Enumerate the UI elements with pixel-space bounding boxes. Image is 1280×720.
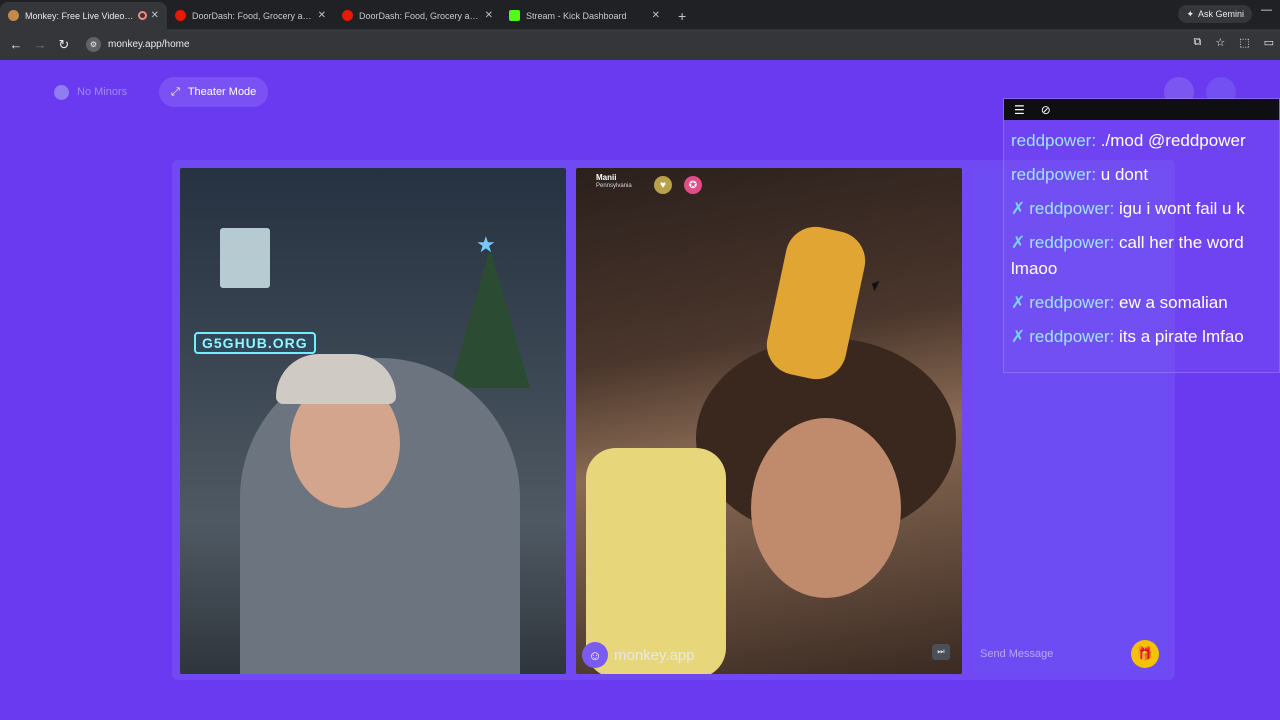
skip-next-icon[interactable]: ⏭ <box>932 644 950 660</box>
tab-doordash-1[interactable]: DoorDash: Food, Grocery and R ✕ <box>167 2 334 29</box>
toolbar-icons: ⧉ ☆ ⬚ ▭ <box>1193 36 1274 49</box>
gift-icon[interactable]: 🎁 <box>1131 640 1159 668</box>
remote-user-info: Manii Pennsylvania <box>596 173 632 189</box>
theater-mode-button[interactable]: ⤢ Theater Mode <box>159 77 269 107</box>
side-panel-icon[interactable]: ▭ <box>1264 36 1274 49</box>
christmas-tree <box>450 248 530 388</box>
chat-message: ✗ reddpower: igu i wont fail u k <box>1011 199 1245 218</box>
tree-star-icon: ★ <box>476 232 496 257</box>
background-tv <box>220 228 270 288</box>
remote-pajama <box>586 448 726 674</box>
tab-title: DoorDash: Food, Grocery and R <box>192 10 314 21</box>
mod-sword-icon: ✗ <box>1011 293 1026 312</box>
tab-title: Stream - Kick Dashboard <box>526 10 627 21</box>
menu-icon[interactable]: ☰ <box>1014 103 1025 117</box>
chat-message: ✗ reddpower: ew a somalian <box>1011 293 1228 312</box>
chat-message: ✗ reddpower: its a pirate lmfao <box>1011 327 1244 346</box>
toggle-dot-icon <box>54 84 69 100</box>
chat-messages: reddpower: ./mod @reddpower reddpower: u… <box>1004 120 1279 350</box>
remote-user-name: Manii <box>596 173 617 182</box>
close-tab-icon[interactable]: ✕ <box>151 10 159 21</box>
no-minors-toggle[interactable]: No Minors <box>42 77 139 107</box>
chat-message: reddpower: ./mod @reddpower <box>1011 131 1246 150</box>
neon-sticker: G5GHUB.ORG <box>194 332 316 354</box>
tab-title: DoorDash: Food, Grocery and R <box>359 10 481 21</box>
browser-tab-strip: Monkey: Free Live Video Ch ✕ DoorDash: F… <box>0 0 1280 29</box>
chat-text: u dont <box>1100 165 1149 184</box>
ask-gemini-label: Ask Gemini <box>1197 9 1244 19</box>
close-tab-icon[interactable]: ✕ <box>318 10 326 21</box>
chat-text: ./mod @reddpower <box>1100 131 1246 150</box>
monkey-favicon-icon <box>8 10 19 21</box>
site-info-icon[interactable]: ⚙ <box>86 37 101 52</box>
url-text: monkey.app/home <box>108 39 190 50</box>
streamer-cap <box>276 354 396 404</box>
chat-text: ew a somalian <box>1119 293 1228 312</box>
omnibox[interactable]: ⚙ monkey.app/home <box>86 37 190 52</box>
theater-mode-label: Theater Mode <box>187 86 257 98</box>
tab-title: Monkey: Free Live Video Ch <box>25 10 135 21</box>
heart-badge-icon[interactable]: ♥ <box>654 176 672 194</box>
chat-message: reddpower: u dont <box>1011 165 1149 184</box>
chat-username: reddpower <box>1029 233 1110 252</box>
mod-sword-icon: ✗ <box>1011 327 1026 346</box>
kick-favicon-icon <box>509 10 520 21</box>
reload-icon[interactable]: ↻ <box>52 37 76 53</box>
extensions-icon[interactable]: ⬚ <box>1239 36 1249 49</box>
local-video: ★ G5GHUB.ORG <box>180 168 566 674</box>
monkey-watermark: ☺ monkey.app <box>582 642 695 668</box>
send-message-input[interactable]: Send Message <box>980 648 1131 660</box>
chat-text: its a pirate lmfao <box>1119 327 1244 346</box>
chat-username: reddpower <box>1011 165 1092 184</box>
gemini-sparkle-icon: ✦ <box>1186 8 1194 19</box>
tab-doordash-2[interactable]: DoorDash: Food, Grocery and R ✕ <box>334 2 501 29</box>
chat-username: reddpower <box>1029 327 1110 346</box>
back-icon[interactable]: ← <box>4 37 28 52</box>
overlay-toolbar: ☰ ⊘ <box>1004 99 1279 120</box>
chat-message: ✗ reddpower: call her the word lmaoo <box>1011 233 1244 278</box>
minimize-window-icon[interactable]: — <box>1261 4 1272 16</box>
mod-sword-icon: ✗ <box>1011 233 1026 252</box>
bookmark-star-icon[interactable]: ☆ <box>1215 36 1225 49</box>
remote-user-location: Pennsylvania <box>596 182 632 189</box>
send-message-box[interactable]: Send Message 🎁 <box>972 634 1167 674</box>
no-minors-label: No Minors <box>77 86 128 98</box>
chat-username: reddpower <box>1011 131 1092 150</box>
install-app-icon[interactable]: ⧉ <box>1193 36 1201 49</box>
monkey-logo-icon: ☺ <box>582 642 608 668</box>
new-tab-button[interactable]: + <box>668 2 696 29</box>
close-tab-icon[interactable]: ✕ <box>652 10 660 21</box>
remote-face <box>751 418 901 598</box>
address-bar: ← → ↻ ⚙ monkey.app/home ⧉ ☆ ⬚ ▭ <box>0 29 1280 60</box>
ask-gemini-button[interactable]: ✦ Ask Gemini <box>1178 5 1252 23</box>
expand-icon: ⤢ <box>171 85 180 98</box>
hide-icon[interactable]: ⊘ <box>1041 103 1051 117</box>
remote-video: Manii Pennsylvania ♥ ✪ ☺ monkey.app ⏭ <box>576 168 962 674</box>
close-tab-icon[interactable]: ✕ <box>485 10 493 21</box>
chat-username: reddpower <box>1029 199 1110 218</box>
chat-text: igu i wont fail u k <box>1119 199 1245 218</box>
recording-icon <box>137 11 147 20</box>
doordash-favicon-icon <box>342 10 353 21</box>
forward-icon[interactable]: → <box>28 37 52 52</box>
mod-sword-icon: ✗ <box>1011 199 1026 218</box>
tab-monkey[interactable]: Monkey: Free Live Video Ch ✕ <box>0 2 167 29</box>
chat-username: reddpower <box>1029 293 1110 312</box>
medal-badge-icon[interactable]: ✪ <box>684 176 702 194</box>
watermark-text: monkey.app <box>614 646 695 664</box>
tab-kick[interactable]: Stream - Kick Dashboard ✕ <box>501 2 668 29</box>
stream-chat-overlay: ☰ ⊘ reddpower: ./mod @reddpower reddpowe… <box>1003 98 1280 373</box>
doordash-favicon-icon <box>175 10 186 21</box>
